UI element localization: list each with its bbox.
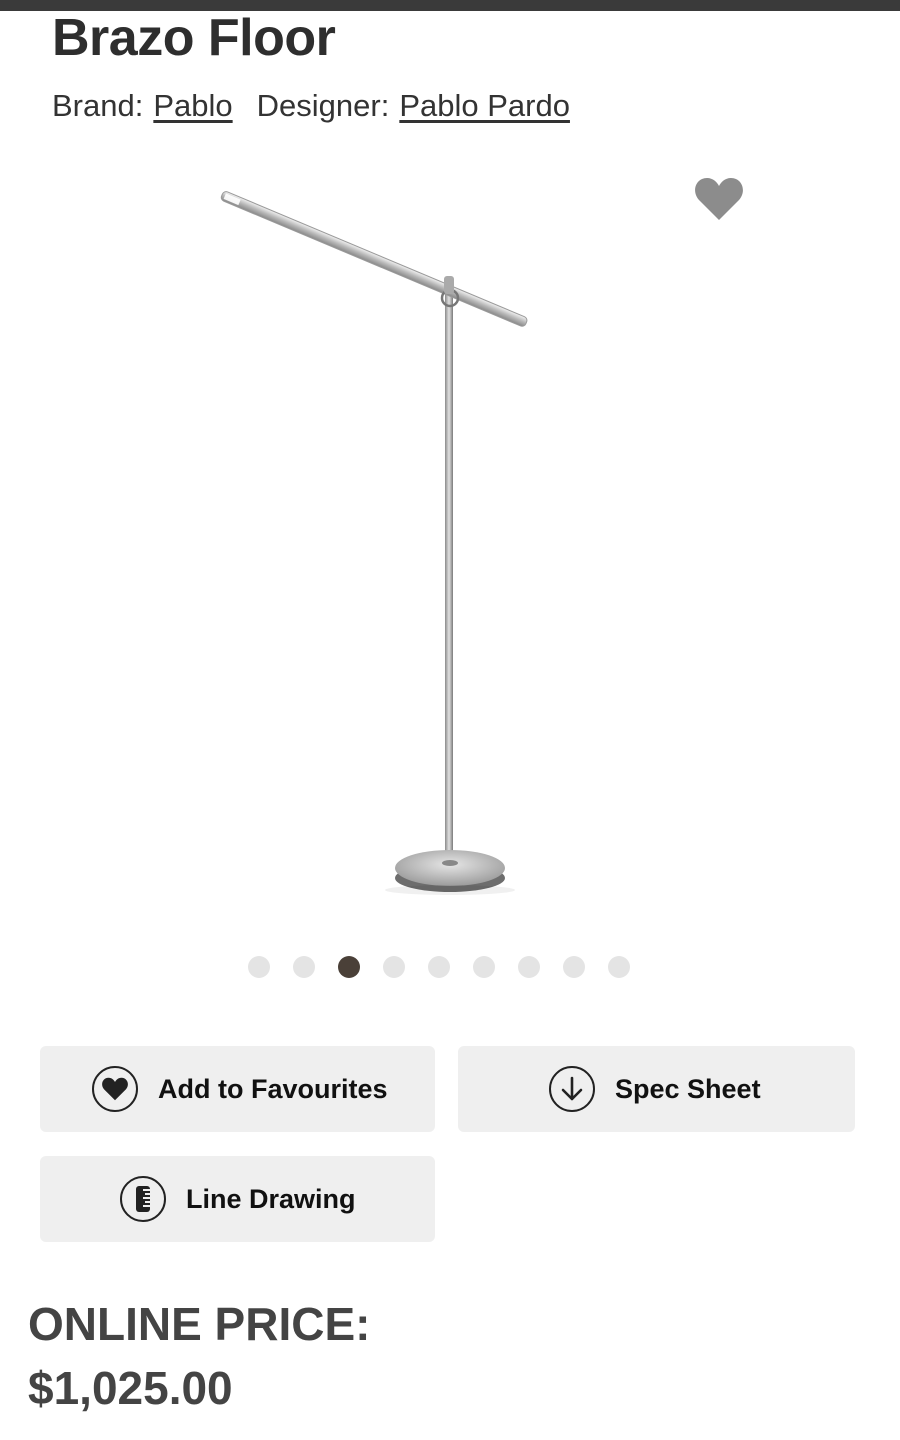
- carousel-dots: [248, 956, 630, 980]
- carousel-dot[interactable]: [383, 956, 405, 978]
- ruler-icon: [120, 1176, 166, 1222]
- carousel-dot[interactable]: [428, 956, 450, 978]
- favourite-heart-icon[interactable]: [693, 176, 745, 222]
- brand-link[interactable]: Pablo: [153, 88, 232, 123]
- product-image[interactable]: [150, 160, 750, 920]
- spec-sheet-label: Spec Sheet: [615, 1073, 761, 1104]
- line-drawing-label: Line Drawing: [186, 1183, 356, 1214]
- online-price-value: $1,025.00: [28, 1362, 233, 1414]
- add-to-favourites-label: Add to Favourites: [158, 1073, 388, 1104]
- carousel-dot[interactable]: [248, 956, 270, 978]
- carousel-dot[interactable]: [293, 956, 315, 978]
- designer-label: Designer:: [256, 88, 390, 123]
- carousel-dot[interactable]: [518, 956, 540, 978]
- line-drawing-button[interactable]: Line Drawing: [40, 1156, 435, 1242]
- add-to-favourites-button[interactable]: Add to Favourites: [40, 1046, 435, 1132]
- heart-circle-icon: [92, 1066, 138, 1112]
- carousel-dot[interactable]: [563, 956, 585, 978]
- brand-label: Brand:: [52, 88, 144, 123]
- carousel-dot[interactable]: [473, 956, 495, 978]
- carousel-dot-active[interactable]: [338, 956, 360, 978]
- carousel-dot[interactable]: [608, 956, 630, 978]
- product-meta: Brand: Pablo Designer: Pablo Pardo: [52, 86, 570, 126]
- product-title: Brazo Floor: [52, 9, 336, 67]
- online-price-label: ONLINE PRICE:: [28, 1298, 371, 1350]
- designer-link[interactable]: Pablo Pardo: [399, 88, 570, 123]
- download-arrow-icon: [549, 1066, 595, 1112]
- spec-sheet-button[interactable]: Spec Sheet: [458, 1046, 855, 1132]
- lamp-illustration: [220, 191, 528, 895]
